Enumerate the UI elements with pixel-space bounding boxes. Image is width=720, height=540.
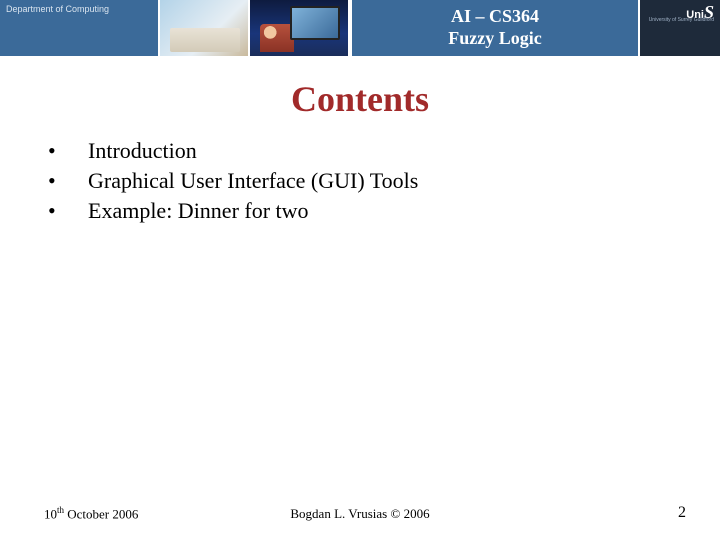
- header-bar: Department of Computing AI – CS364 Fuzzy…: [0, 0, 720, 56]
- list-item: •Graphical User Interface (GUI) Tools: [48, 168, 696, 194]
- course-code: AI – CS364: [451, 6, 539, 28]
- bullet-text: Introduction: [88, 138, 197, 164]
- slide: Department of Computing AI – CS364 Fuzzy…: [0, 0, 720, 540]
- list-item: •Example: Dinner for two: [48, 198, 696, 224]
- date-day: 10: [44, 506, 57, 521]
- bullet-list: •Introduction •Graphical User Interface …: [48, 138, 696, 224]
- list-item: •Introduction: [48, 138, 696, 164]
- bullet-text: Graphical User Interface (GUI) Tools: [88, 168, 418, 194]
- logo-block: UniS University of Surrey Guildford: [640, 0, 720, 56]
- bullet-dot: •: [48, 168, 88, 194]
- date-ordinal: th: [57, 505, 64, 515]
- bullet-text: Example: Dinner for two: [88, 198, 309, 224]
- footer: 10th October 2006 Bogdan L. Vrusias © 20…: [0, 504, 720, 522]
- unis-subtext: University of Surrey Guildford: [649, 18, 714, 24]
- slide-heading: Contents: [24, 78, 696, 120]
- content-area: Contents •Introduction •Graphical User I…: [0, 56, 720, 540]
- photo-students: [250, 0, 350, 56]
- footer-author: Bogdan L. Vrusias © 2006: [290, 506, 429, 522]
- header-photos: [160, 0, 352, 56]
- footer-date: 10th October 2006: [44, 505, 138, 522]
- course-topic: Fuzzy Logic: [448, 28, 541, 50]
- date-rest: October 2006: [64, 506, 138, 521]
- bullet-dot: •: [48, 198, 88, 224]
- title-block: AI – CS364 Fuzzy Logic: [352, 0, 640, 56]
- bullet-dot: •: [48, 138, 88, 164]
- dept-label: Department of Computing: [6, 4, 109, 14]
- dept-block: Department of Computing: [0, 0, 160, 56]
- photo-lab: [160, 0, 250, 56]
- page-number: 2: [678, 504, 686, 522]
